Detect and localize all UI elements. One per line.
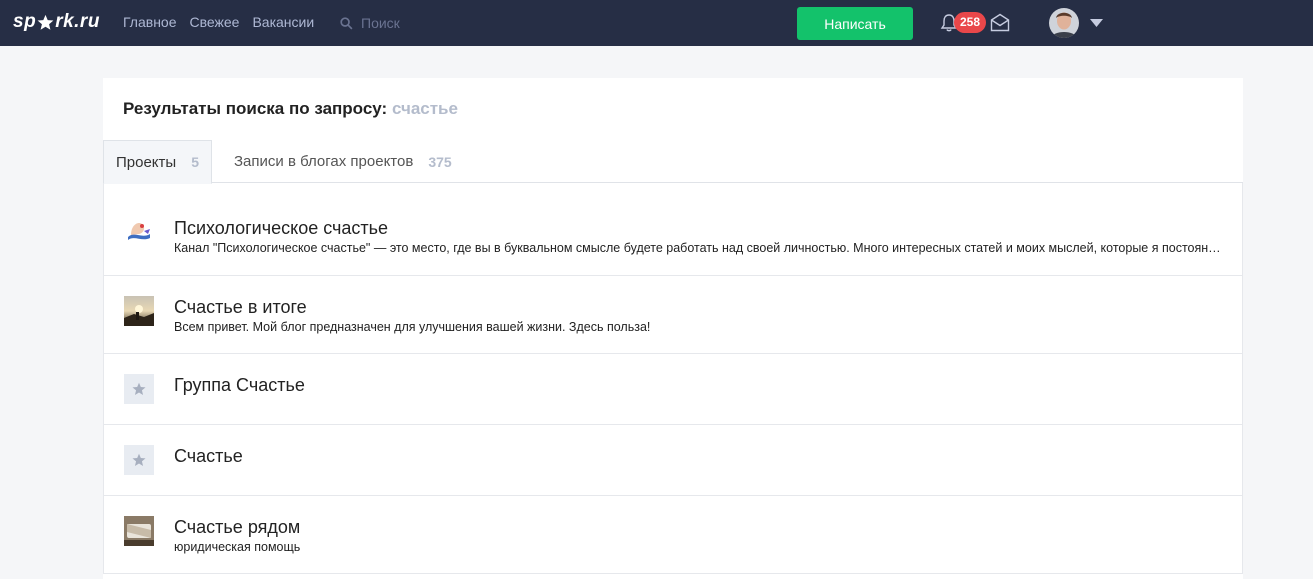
star-icon [132,453,146,467]
project-title[interactable]: Счастье в итоге [174,297,307,318]
logo-text-left: sp [13,11,37,32]
project-description: Всем привет. Мой блог предназначен для у… [174,320,651,334]
search-input[interactable] [361,15,561,31]
results-tabs: Проекты 5 Записи в блогах проектов 375 [103,140,1243,184]
results-list: Психологическое счастье Канал "Психологи… [103,183,1243,574]
project-thumbnail [124,296,154,326]
search-heading-label: Результаты поиска по запросу: [123,99,388,118]
list-item[interactable]: Счастье [104,425,1242,496]
project-thumbnail [124,516,154,546]
nav-link-jobs[interactable]: Вакансии [252,14,314,30]
project-description: юридическая помощь [174,540,301,554]
site-logo[interactable]: sp rk.ru [13,9,100,35]
caret-down-icon[interactable] [1090,19,1103,27]
tab-projects[interactable]: Проекты 5 [103,140,212,184]
star-icon [37,14,54,30]
tab-label: Проекты [116,153,177,171]
main-nav: Главное Свежее Вакансии [123,14,314,30]
search-results-panel: Результаты поиска по запросу: счастье Пр… [103,78,1243,579]
project-title[interactable]: Психологическое счастье [174,218,388,239]
project-title[interactable]: Счастье рядом [174,517,300,538]
mail-icon[interactable] [990,13,1010,32]
page-title: Результаты поиска по запросу: счастье [123,99,458,119]
user-avatar[interactable] [1049,8,1079,38]
search-icon [340,16,353,29]
nav-link-main[interactable]: Главное [123,14,177,30]
tab-count: 375 [428,153,452,170]
star-icon [132,382,146,396]
logo-text-right: rk.ru [55,11,100,32]
notifications-badge[interactable]: 258 [954,12,987,33]
tab-label: Записи в блогах проектов [234,153,414,170]
project-thumbnail [124,215,154,245]
project-title[interactable]: Группа Счастье [174,375,305,396]
tab-blog-posts[interactable]: Записи в блогах проектов 375 [234,140,452,183]
list-item[interactable]: Психологическое счастье Канал "Психологи… [104,183,1242,276]
project-thumbnail [124,374,154,404]
search-box [340,10,570,36]
list-item[interactable]: Счастье рядом юридическая помощь [104,496,1242,574]
write-button[interactable]: Написать [797,7,913,40]
project-thumbnail [124,445,154,475]
project-description: Канал "Психологическое счастье" — это ме… [174,241,1224,255]
list-item[interactable]: Группа Счастье [104,354,1242,425]
top-navigation-bar: sp rk.ru Главное Свежее Вакансии Написат… [0,0,1313,46]
search-query: счастье [391,99,458,118]
list-item[interactable]: Счастье в итоге Всем привет. Мой блог пр… [104,276,1242,354]
tab-count: 5 [191,154,199,170]
project-title[interactable]: Счастье [174,446,243,467]
nav-link-fresh[interactable]: Свежее [190,14,240,30]
